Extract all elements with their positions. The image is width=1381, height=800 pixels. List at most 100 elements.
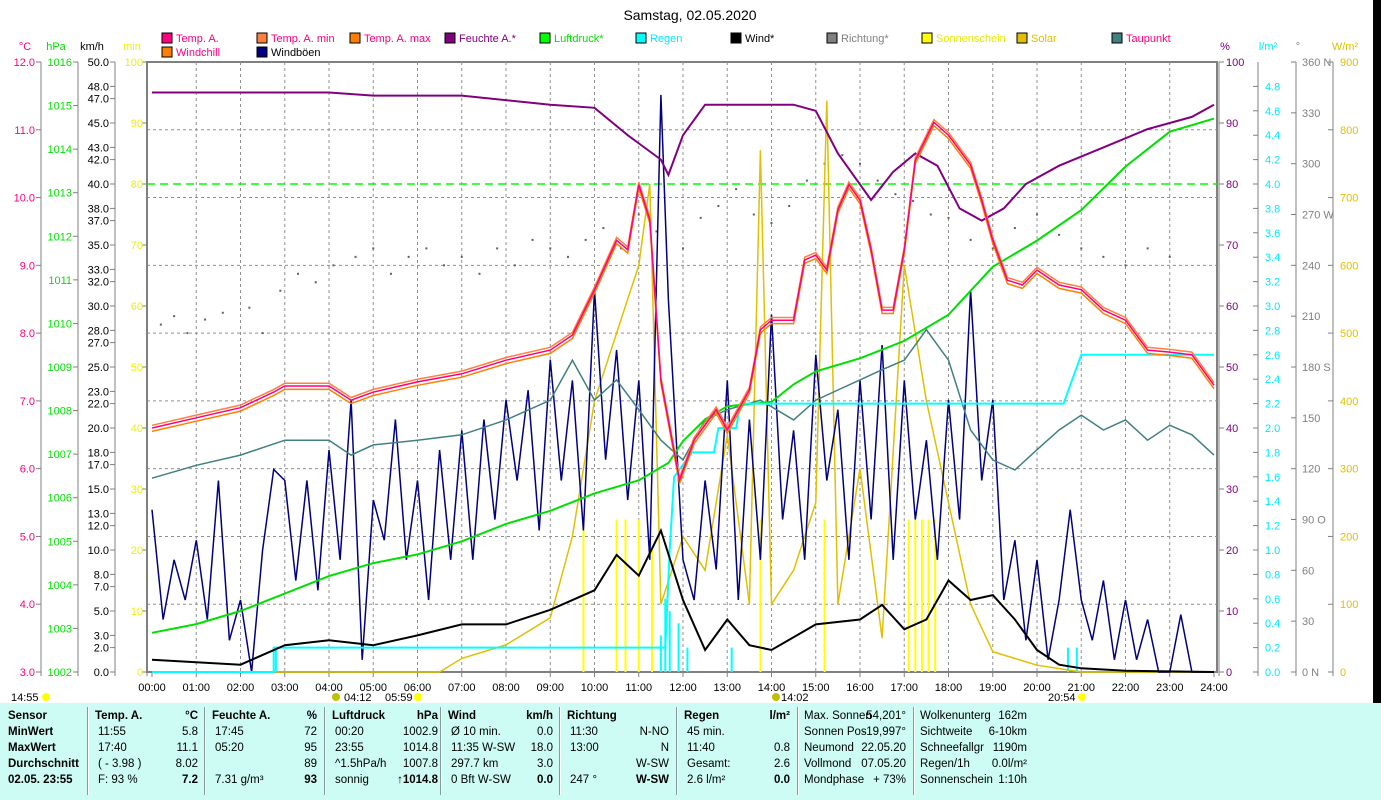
stat-value: 11.1 [176, 742, 198, 754]
sunshine-bar [914, 519, 917, 672]
legend-swatch [921, 32, 933, 44]
astro-info-value: + 73% [873, 774, 906, 786]
rain-tick-label: 1.6 [1265, 472, 1280, 484]
wind-tick-label: 50.0 [88, 57, 109, 69]
stat-value: 5.8 [182, 726, 198, 738]
wind-tick-label: 10.0 [88, 545, 109, 557]
legend-label: Solar [1031, 33, 1057, 45]
stat-value: 18.0 [530, 742, 553, 754]
column-divider [559, 707, 561, 795]
wind-tick-label: 42.0 [88, 155, 109, 167]
legend-item: Windchill [161, 46, 220, 59]
time-tick-label: 22:00 [1112, 682, 1140, 694]
wind-tick-label: 0.0 [94, 667, 109, 679]
wind-tick-label: 33.0 [88, 264, 109, 276]
weather-info-value: 1190m [992, 742, 1027, 754]
sensor-row-label: MinWert [8, 726, 54, 738]
stat-value: 8.02 [175, 758, 198, 770]
time-tick-label: 24:00 [1200, 682, 1228, 694]
wind-tick-label: 48.0 [88, 81, 109, 93]
legend-swatch [635, 32, 647, 44]
pres-tick-label: 1011 [48, 275, 72, 287]
pres-tick-label: 1009 [48, 362, 72, 374]
astro-info-value: 07.05.20 [861, 758, 906, 770]
rain-rate-bar [659, 635, 662, 672]
rain-rate-bar [668, 611, 671, 672]
sensor-header: Sensor [8, 710, 47, 722]
pres-tick-label: 1016 [48, 57, 72, 69]
wind-tick-label: 17.0 [88, 460, 109, 472]
direction-point [717, 205, 720, 208]
rain-tick-label: 4.2 [1265, 155, 1280, 167]
rain-tick-label: 3.0 [1265, 301, 1280, 313]
column-unit: % [306, 710, 317, 722]
direction-point [496, 247, 499, 250]
direction-point [204, 318, 207, 321]
dir-tick-label: 0 N [1302, 667, 1319, 679]
sun-icon [1078, 693, 1086, 701]
stat-label: 45 min. [687, 726, 725, 738]
time-tick-label: 19:00 [979, 682, 1007, 694]
sensor-row-label: 02.05. 23:55 [8, 774, 73, 786]
pres-tick-label: 1003 [48, 623, 72, 635]
pres-tick-label: 1013 [48, 188, 72, 200]
time-tick-label: 11:00 [625, 682, 652, 694]
weather-info-value: 162m [998, 710, 1027, 722]
plot-frame [146, 61, 1218, 673]
pres-tick-label: 1005 [48, 536, 72, 548]
dir-tick-label: 180 S [1302, 362, 1331, 374]
stat-value: 0.0 [537, 726, 553, 738]
wind-tick-label: 28.0 [88, 325, 109, 337]
temp-axis-unit: °C [19, 41, 31, 53]
time-tick-label: 17:00 [890, 682, 918, 694]
wind-tick-label: 30.0 [88, 301, 109, 313]
rain-tick-label: 2.0 [1265, 423, 1280, 435]
time-tick-label: 20:00 [1023, 682, 1051, 694]
wind-tick-label: 25.0 [88, 362, 109, 374]
direction-point [1013, 227, 1016, 230]
rain-tick-label: 4.4 [1265, 130, 1280, 142]
wind-tick-label: 18.0 [88, 447, 109, 459]
time-tick-label: 23:00 [1156, 682, 1184, 694]
time-tick-label: 02:00 [227, 682, 255, 694]
legend-label: Windchill [176, 47, 220, 59]
direction-point [991, 247, 994, 250]
column-unit: °C [185, 710, 198, 722]
sunshine-bar [615, 519, 618, 672]
sunmin-tick-label: 100 [125, 57, 143, 69]
direction-point [841, 154, 844, 157]
wind-tick-label: 40.0 [88, 179, 109, 191]
sunmin-tick-label: 10 [131, 606, 143, 618]
solar-tick-label: 700 [1340, 193, 1358, 205]
time-tick-label: 09:00 [536, 682, 564, 694]
dir-tick-label: 120 [1302, 464, 1320, 476]
astro-info-value: 54,201° [866, 710, 906, 722]
column-divider [324, 707, 326, 795]
hum-tick-label: 10 [1226, 606, 1238, 618]
direction-point [876, 179, 879, 182]
pres-tick-label: 1002 [48, 667, 72, 679]
hum-tick-label: 0 [1226, 667, 1232, 679]
pres-tick-label: 1007 [48, 449, 72, 461]
stat-value: 93 [304, 774, 317, 786]
pres-tick-label: 1012 [48, 231, 72, 243]
column-divider [204, 707, 206, 795]
legend-item: Feuchte A.* [444, 32, 517, 45]
sunmin-tick-label: 90 [131, 118, 143, 130]
direction-point [279, 289, 282, 292]
rain-rate-bar [730, 647, 733, 672]
pres-axis-unit: hPa [46, 41, 66, 53]
hum-tick-label: 60 [1226, 301, 1238, 313]
column-divider [797, 707, 799, 795]
hum-tick-label: 90 [1226, 118, 1238, 130]
rain-tick-label: 4.0 [1265, 179, 1280, 191]
legend-swatch [1016, 32, 1028, 44]
stat-value: 0.0 [774, 774, 790, 786]
pres-tick-label: 1004 [48, 580, 72, 592]
rain-rate-bar [1066, 647, 1069, 672]
direction-point [389, 272, 392, 275]
temp-tick-label: 3.0 [20, 667, 35, 679]
stat-value: W-SW [635, 758, 669, 770]
dir-tick-label: 90 O [1302, 515, 1326, 527]
hum-tick-label: 30 [1226, 484, 1238, 496]
